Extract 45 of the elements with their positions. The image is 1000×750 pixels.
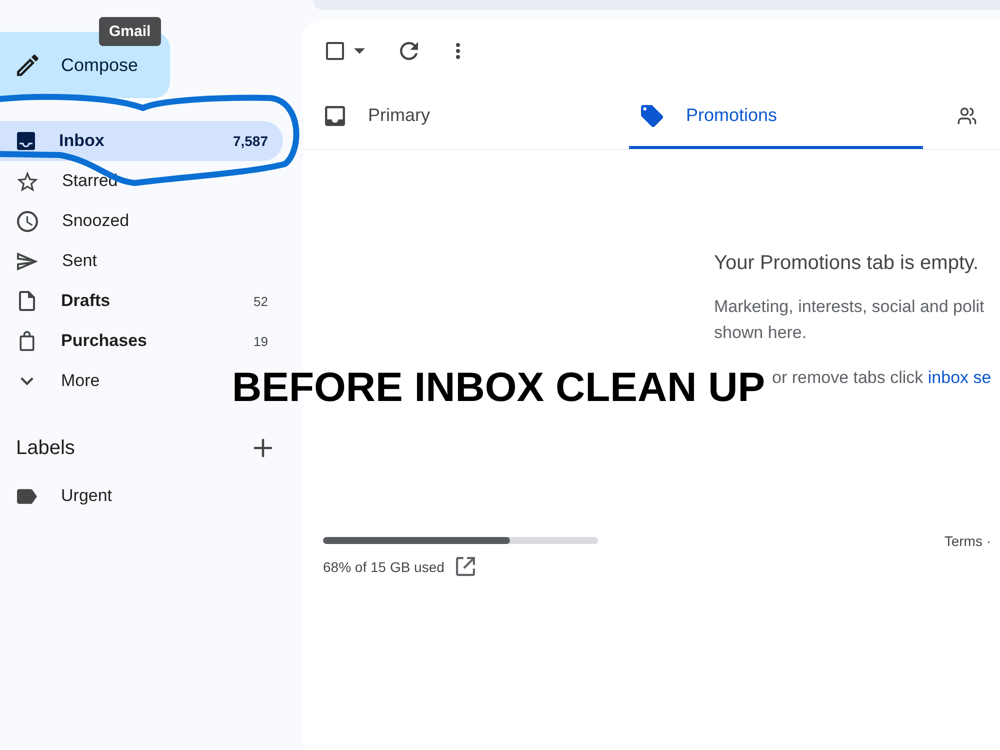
- message-count: 7,587: [232, 133, 268, 149]
- select-menu-button[interactable]: [354, 48, 365, 54]
- refresh-button[interactable]: [400, 42, 418, 60]
- empty-state-text: Marketing, interests, social and polit: [714, 296, 984, 318]
- empty-state-text: shown here.: [714, 322, 807, 344]
- category-tab[interactable]: Primary: [313, 82, 607, 149]
- chevron-down-icon: [20, 376, 34, 386]
- tooltip: Gmail: [99, 17, 161, 46]
- inbox-icon: [17, 132, 35, 150]
- label-icon: [17, 488, 37, 504]
- send-icon: [17, 250, 38, 272]
- tabs-hint: or remove tabs click inbox se: [772, 367, 992, 389]
- clock-icon: [17, 210, 38, 232]
- people-icon: [957, 106, 977, 126]
- nav-item[interactable]: Purchases 19: [0, 321, 283, 361]
- plus-icon: [254, 439, 272, 457]
- refresh-icon: [400, 42, 418, 60]
- more-options-button[interactable]: [456, 43, 460, 59]
- message-count: 52: [254, 294, 268, 308]
- star-icon: [17, 170, 38, 192]
- manage-storage-button[interactable]: [456, 557, 476, 576]
- more-vertical-icon: [456, 43, 460, 59]
- empty-state-title: Your Promotions tab is empty.: [714, 251, 979, 276]
- nav-item[interactable]: Inbox 7,587: [0, 121, 283, 161]
- category-tab[interactable]: Promotions: [629, 82, 923, 149]
- label-item[interactable]: Urgent: [0, 476, 128, 516]
- add-label-button[interactable]: [254, 439, 272, 457]
- inbox-settings-link[interactable]: inbox se: [928, 368, 992, 387]
- nav-item[interactable]: Drafts 52: [0, 281, 283, 321]
- inbox-icon: [325, 106, 345, 126]
- overlay-caption: BEFORE INBOX CLEAN UP: [232, 367, 766, 408]
- storage-usage-text: 68% of 15 GB used: [323, 558, 444, 576]
- external-link-icon: [456, 557, 476, 576]
- terms-link[interactable]: Terms ·: [944, 532, 991, 550]
- document-icon: [17, 291, 37, 311]
- nav-item[interactable]: More: [0, 361, 115, 401]
- pencil-icon: [17, 54, 39, 76]
- nav-item[interactable]: Snoozed: [0, 201, 144, 241]
- select-all-checkbox[interactable]: [326, 42, 344, 60]
- shopping-bag-icon: [17, 331, 37, 351]
- tag-icon: [641, 104, 663, 126]
- nav-item[interactable]: Sent: [0, 241, 112, 281]
- caret-icon: [354, 48, 365, 54]
- message-count: 19: [254, 334, 268, 348]
- section-heading: Labels: [16, 436, 75, 460]
